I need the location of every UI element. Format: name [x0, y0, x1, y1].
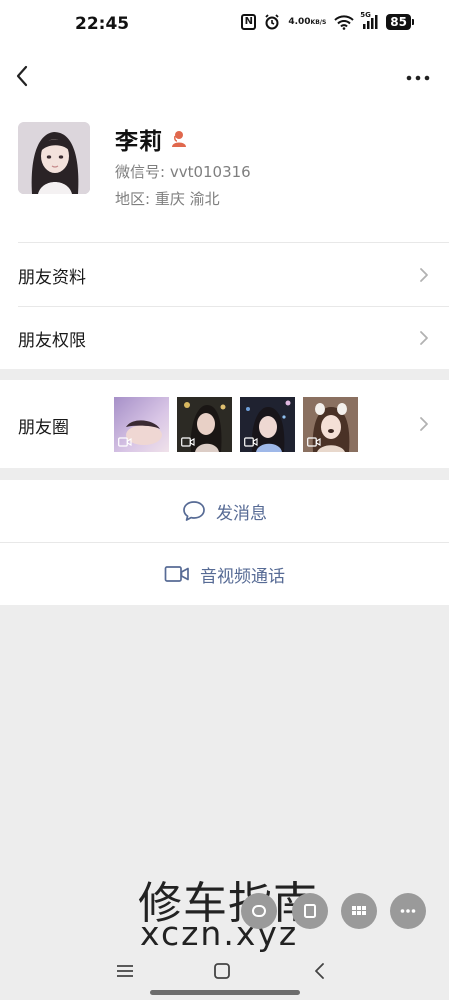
- network-speed-value: 4.00: [288, 16, 311, 27]
- wifi-icon: [334, 14, 354, 30]
- home-indicator[interactable]: [150, 990, 300, 995]
- friend-info-label: 朋友资料: [18, 267, 86, 288]
- divider: [18, 242, 449, 243]
- back-button[interactable]: [10, 62, 38, 90]
- moments-row[interactable]: 朋友圈: [0, 380, 449, 468]
- chevron-left-icon: [16, 65, 28, 87]
- name-row: 李莉: [115, 122, 187, 156]
- send-message-button[interactable]: 发消息: [0, 480, 449, 542]
- floating-screenshot-button[interactable]: [292, 893, 328, 929]
- grid-icon: [352, 906, 366, 915]
- friend-permissions-row[interactable]: 朋友权限: [0, 307, 449, 369]
- network-speed-unit: KB/S: [310, 18, 327, 26]
- chevron-right-icon: [420, 417, 428, 431]
- video-call-label: 音视频通话: [200, 566, 285, 587]
- video-icon: [307, 437, 321, 447]
- moments-thumbnail: [177, 397, 232, 452]
- chevron-right-icon: [420, 331, 428, 345]
- status-icons: N 4.00 KB/S 5G 85: [241, 11, 414, 30]
- nav-back-button[interactable]: [313, 963, 327, 983]
- friend-info-row[interactable]: 朋友资料: [0, 244, 449, 306]
- battery-icon: 85: [386, 14, 414, 30]
- avatar[interactable]: [18, 122, 90, 194]
- home-square-icon: [214, 963, 230, 979]
- alarm-icon: [264, 14, 280, 30]
- moments-label: 朋友圈: [18, 418, 69, 438]
- wechat-id: 微信号: vvt010316: [115, 163, 251, 181]
- menu-icon: [117, 965, 133, 977]
- floating-apps-button[interactable]: [341, 893, 377, 929]
- chevron-right-icon: [420, 268, 428, 282]
- friend-permissions-label: 朋友权限: [18, 330, 86, 351]
- screenshot-icon: [304, 904, 316, 918]
- status-time: 22:45: [75, 14, 130, 34]
- floating-more-button[interactable]: [390, 893, 426, 929]
- signal-type: 5G: [360, 11, 371, 19]
- back-triangle-icon: [315, 963, 324, 979]
- moments-thumbnail: [303, 397, 358, 452]
- video-icon: [244, 437, 258, 447]
- chat-bubble-icon: [183, 501, 205, 521]
- moments-thumbnail: [240, 397, 295, 452]
- more-button[interactable]: [405, 70, 431, 84]
- video-call-button[interactable]: 音视频通话: [0, 543, 449, 605]
- contact-profile-screen: 22:45 N 4.00 KB/S 5G 85 李莉 微信号: vvt01031…: [0, 0, 449, 1000]
- floating-link-button[interactable]: [241, 893, 277, 929]
- video-icon: [181, 437, 195, 447]
- nfc-icon: N: [241, 14, 257, 30]
- video-camera-icon: [164, 566, 189, 582]
- region: 地区: 重庆 渝北: [115, 190, 220, 208]
- link-icon: [252, 905, 266, 917]
- nav-home-button[interactable]: [213, 963, 231, 983]
- cellular-signal-icon: 5G: [360, 11, 378, 29]
- avatar-image: [18, 122, 90, 194]
- more-dots-icon: [406, 75, 430, 81]
- female-user-icon: [172, 131, 186, 147]
- status-bar: 22:45 N 4.00 KB/S 5G 85: [0, 0, 449, 50]
- moments-thumbnail: [114, 397, 169, 452]
- more-dots-icon: [400, 909, 416, 913]
- send-message-label: 发消息: [216, 503, 267, 524]
- nav-menu-button[interactable]: [116, 963, 134, 983]
- contact-name: 李莉: [115, 129, 163, 155]
- network-speed: 4.00 KB/S: [288, 16, 327, 27]
- video-icon: [118, 437, 132, 447]
